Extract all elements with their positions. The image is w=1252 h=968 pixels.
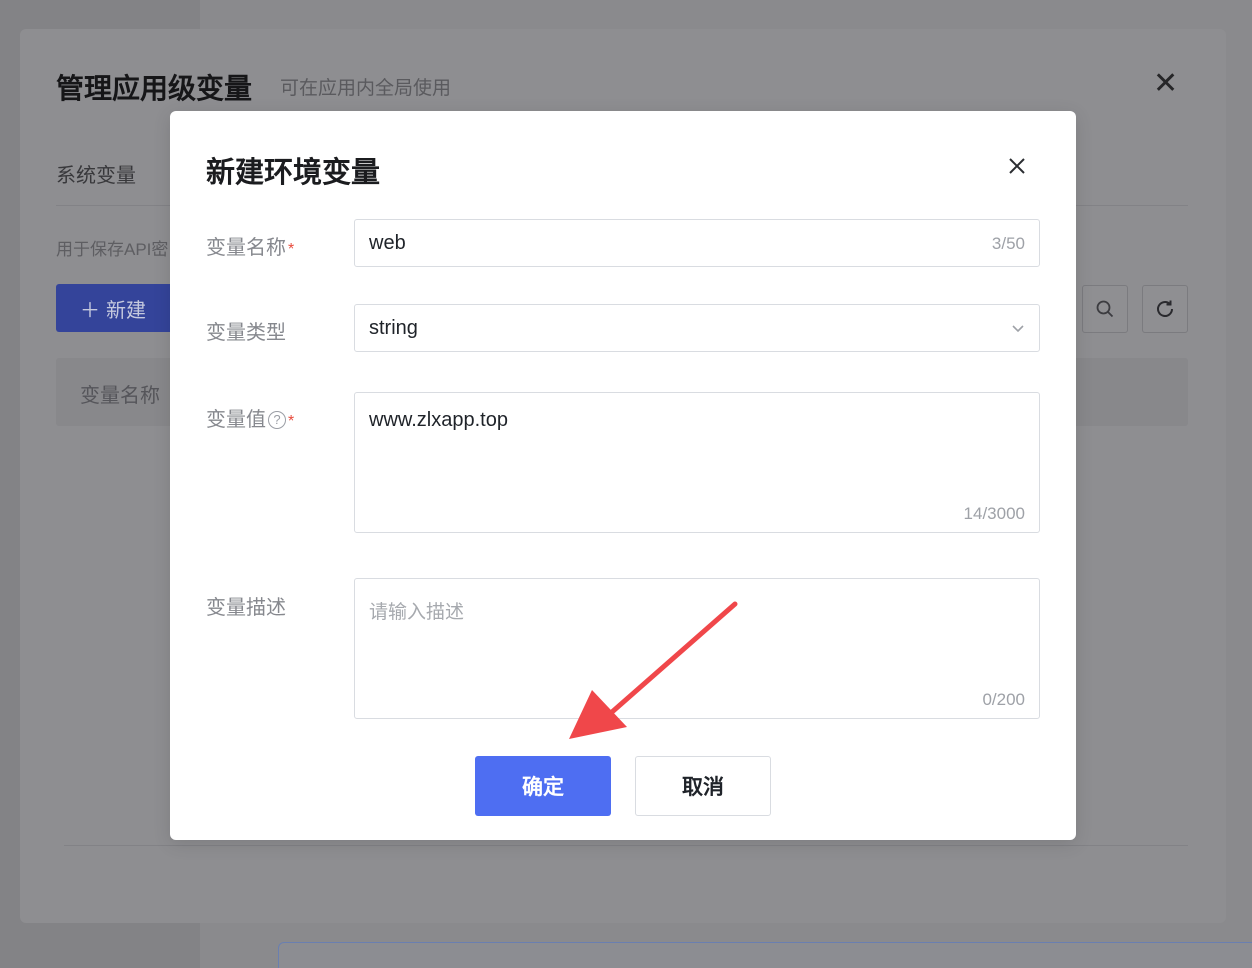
outer-modal-title: 管理应用级变量 [56, 73, 253, 104]
confirm-button[interactable]: 确定 [475, 756, 611, 816]
search-button[interactable] [1082, 285, 1128, 333]
outer-close-icon[interactable]: ✕ [1153, 69, 1178, 99]
refresh-icon [1157, 300, 1173, 317]
variable-value-textarea[interactable]: www.zlxapp.top 14/3000 [354, 392, 1040, 533]
variable-name-value: web [369, 232, 406, 254]
tab-system-variables[interactable]: 系统变量 [56, 159, 136, 188]
refresh-button[interactable] [1142, 285, 1188, 333]
outer-footer-divider [64, 845, 1188, 846]
new-button-label: 新建 [106, 299, 146, 322]
field-label-value: 变量值? * [206, 403, 294, 432]
field-label-description: 变量描述 [206, 591, 286, 620]
variable-type-select[interactable]: string [354, 304, 1040, 352]
field-label-name: 变量名称 * [206, 231, 294, 260]
description-char-counter: 0/200 [982, 690, 1025, 709]
description-label-text: 变量描述 [206, 597, 286, 619]
search-icon [1096, 300, 1114, 318]
field-label-type: 变量类型 [206, 316, 286, 345]
name-char-counter: 3/50 [991, 234, 1025, 253]
name-label-text: 变量名称 [206, 237, 286, 259]
cancel-button[interactable]: 取消 [635, 756, 771, 816]
column-header-name: 变量名称 [80, 385, 160, 407]
value-char-counter: 14/3000 [963, 504, 1025, 523]
variable-type-value: string [369, 317, 418, 339]
close-icon [1009, 158, 1025, 174]
variable-description-textarea[interactable]: 请输入描述 0/200 [354, 578, 1040, 719]
help-icon[interactable]: ? [268, 411, 286, 429]
required-mark: * [288, 413, 295, 430]
chevron-down-icon [1012, 325, 1024, 333]
new-env-variable-dialog: 新建环境变量 变量名称 * web 3/50 变量类型 string 变量值? * … [170, 111, 1076, 840]
background-input [278, 942, 1252, 968]
dialog-title: 新建环境变量 [206, 157, 381, 189]
outer-description: 用于保存API密 [56, 240, 169, 259]
close-button[interactable] [1002, 151, 1032, 181]
description-placeholder: 请输入描述 [369, 602, 465, 623]
value-label-text: 变量值 [206, 409, 266, 431]
required-mark: * [288, 241, 295, 258]
plus-icon: ＋ [80, 299, 100, 322]
outer-modal-subtitle: 可在应用内全局使用 [280, 78, 452, 99]
type-label-text: 变量类型 [206, 322, 286, 344]
variable-value-text: www.zlxapp.top [369, 409, 508, 431]
variable-name-input[interactable]: web 3/50 [354, 219, 1040, 267]
